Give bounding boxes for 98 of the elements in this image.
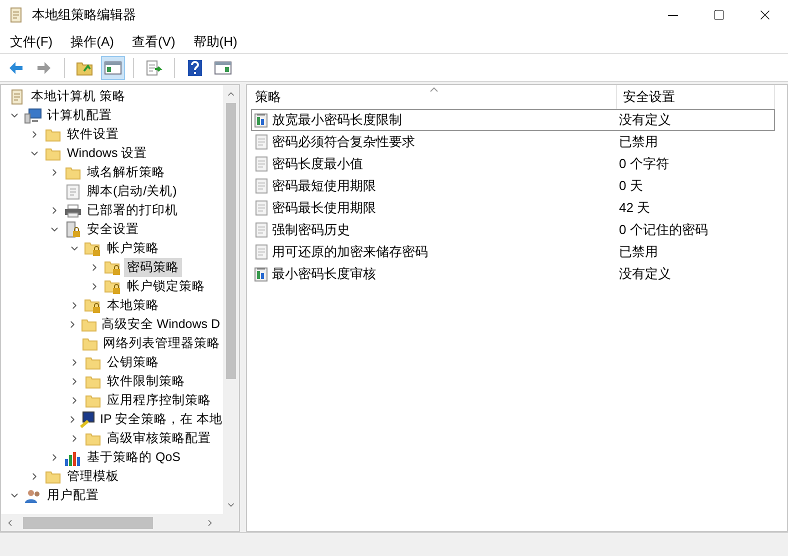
tree-item[interactable]: 已部署的打印机: [84, 201, 181, 220]
document-icon: [254, 244, 270, 260]
document-icon: [254, 134, 270, 150]
tree-item[interactable]: 软件设置: [64, 125, 122, 144]
folder-arrow-icon: [76, 60, 94, 76]
tree-item[interactable]: 域名解析策略: [84, 163, 168, 182]
menu-item[interactable]: 查看(V): [126, 32, 182, 52]
locked-folder-icon: [104, 278, 122, 294]
window-pane-icon: [214, 60, 232, 74]
table-cell-text: 0 天: [619, 177, 643, 196]
tree-item[interactable]: 用户配置: [44, 486, 102, 505]
table-row[interactable]: 密码最短使用期限 0 天: [251, 175, 775, 197]
tree-item[interactable]: 安全设置: [84, 220, 142, 239]
table-row[interactable]: 密码长度最小值 0 个字符: [251, 153, 775, 175]
column-header[interactable]: 安全设置: [617, 85, 775, 109]
table-cell-text: 42 天: [619, 199, 650, 218]
bar-chart-icon: [64, 450, 82, 466]
folder-icon: [85, 394, 101, 408]
scroll-icon: [9, 88, 25, 104]
folder-icon: [45, 470, 61, 484]
tree-item[interactable]: IP 安全策略，在 本地: [97, 410, 223, 429]
document-icon: [254, 222, 270, 238]
menu-item[interactable]: 帮助(H): [187, 32, 244, 52]
table-cell-text: 0 个记住的密码: [619, 221, 708, 240]
window-title: 本地组策略编辑器: [32, 6, 136, 24]
vertical-scrollbar[interactable]: [223, 85, 239, 514]
tree-item[interactable]: 帐户策略: [104, 239, 162, 258]
table-row[interactable]: 最小密码长度审核 没有定义: [251, 263, 775, 285]
locked-folder-icon: [104, 260, 122, 276]
tree-item[interactable]: 密码策略: [124, 258, 182, 277]
table-row[interactable]: 密码必须符合复杂性要求 已禁用: [251, 131, 775, 153]
window-pane-icon: [104, 60, 122, 74]
tree-item[interactable]: 本地计算机 策略: [28, 87, 128, 106]
table-cell-text: 密码最短使用期限: [272, 177, 377, 196]
table-cell-text: 密码最长使用期限: [272, 199, 377, 218]
policy-icon: [254, 266, 270, 282]
table-cell-text: 放宽最小密码长度限制: [272, 111, 403, 130]
tree-item[interactable]: 网络列表管理器策略: [100, 334, 223, 353]
table-row[interactable]: 强制密码历史 0 个记住的密码: [251, 219, 775, 241]
server-lock-icon: [65, 220, 81, 238]
table-cell-text: 0 个字符: [619, 155, 669, 174]
show-tree-button[interactable]: [101, 56, 125, 80]
tree-item[interactable]: 公钥策略: [104, 353, 162, 372]
folder-icon: [80, 318, 97, 332]
tree-item[interactable]: 管理模板: [64, 467, 122, 486]
table-row[interactable]: 密码最长使用期限 42 天: [251, 197, 775, 219]
table-cell-text: 已禁用: [619, 243, 658, 262]
export-document-icon: [145, 60, 163, 76]
help-icon: [187, 58, 203, 76]
table-cell-text: 密码必须符合复杂性要求: [272, 133, 416, 152]
folder-icon: [65, 166, 81, 180]
table-cell-text: 强制密码历史: [272, 221, 351, 240]
scroll-icon: [8, 7, 24, 23]
minimize-icon: [668, 14, 678, 16]
maximize-icon: [713, 9, 725, 21]
tree-item[interactable]: 软件限制策略: [104, 372, 188, 391]
folder-icon: [45, 146, 61, 160]
tree-item[interactable]: 计算机配置: [44, 106, 115, 125]
tree-item[interactable]: 应用程序控制策略: [104, 391, 214, 410]
right-arrow-icon: [35, 60, 53, 76]
document-icon: [254, 156, 270, 172]
computer-icon: [24, 108, 42, 124]
tree-item[interactable]: 高级审核策略配置: [104, 429, 214, 448]
folder-icon: [82, 336, 98, 350]
table-cell-text: 没有定义: [619, 265, 671, 284]
folder-icon: [85, 432, 101, 446]
menu-item[interactable]: 操作(A): [64, 32, 120, 52]
tree-item[interactable]: 基于策略的 QoS: [84, 448, 184, 467]
tree-item[interactable]: 脚本(启动/关机): [84, 182, 180, 201]
tree-item[interactable]: 帐户锁定策略: [124, 277, 208, 296]
folder-icon: [45, 128, 61, 142]
table-cell-text: 没有定义: [619, 111, 671, 130]
table-cell-text: 最小密码长度审核: [272, 265, 377, 284]
left-arrow-icon: [7, 60, 25, 76]
document-icon: [66, 184, 80, 200]
policy-icon: [254, 112, 270, 128]
document-icon: [254, 200, 270, 216]
table-cell-text: 密码长度最小值: [272, 155, 364, 174]
table-row[interactable]: 用可还原的加密来储存密码 已禁用: [251, 241, 775, 263]
tree-item[interactable]: 高级安全 Windows D: [98, 315, 223, 334]
locked-folder-icon: [84, 298, 102, 314]
horizontal-scrollbar[interactable]: [1, 514, 239, 531]
locked-folder-icon: [84, 240, 102, 256]
users-icon: [24, 488, 42, 504]
folder-icon: [85, 356, 101, 370]
scrollbar-thumb[interactable]: [226, 103, 236, 379]
table-cell-text: 已禁用: [619, 133, 658, 152]
table-row[interactable]: 放宽最小密码长度限制 没有定义: [251, 109, 775, 131]
column-header[interactable]: 策略: [247, 85, 617, 109]
table-cell-text: 用可还原的加密来储存密码: [272, 243, 429, 262]
tree-item[interactable]: Windows 设置: [64, 144, 150, 163]
tree-item[interactable]: 本地策略: [104, 296, 162, 315]
menu-item[interactable]: 文件(F): [4, 32, 59, 52]
document-icon: [254, 178, 270, 194]
folder-icon: [85, 374, 101, 388]
scrollbar-thumb[interactable]: [23, 516, 153, 528]
monitor-key-icon: [80, 410, 96, 428]
printer-icon: [64, 204, 82, 218]
